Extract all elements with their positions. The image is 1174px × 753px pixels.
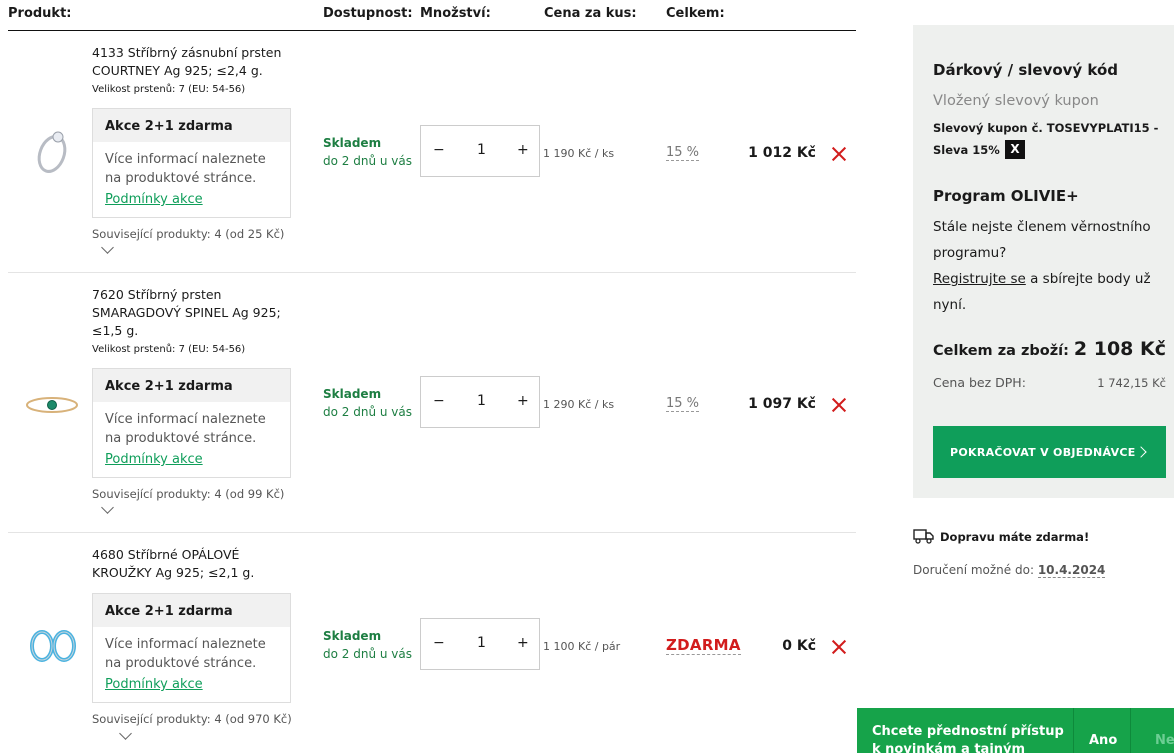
- chevron-down-icon[interactable]: [119, 727, 132, 740]
- total-label: Celkem za zboží:: [933, 343, 1069, 359]
- program-title: Program OLIVIE+: [933, 187, 1079, 205]
- item-2-promo: Akce 2+1 zdarma Více informací naleznete…: [92, 368, 291, 478]
- quantity-decrease-button[interactable]: −: [433, 142, 445, 158]
- promo-text: Více informací naleznete na produktové s…: [105, 152, 266, 186]
- remove-item-icon[interactable]: [830, 638, 848, 656]
- chevron-right-icon: [1135, 446, 1147, 458]
- item-2-quantity-stepper: − 1 +: [420, 376, 540, 428]
- remove-coupon-button[interactable]: X: [1005, 140, 1025, 159]
- free-shipping-text: Dopravu máte zdarma!: [940, 530, 1090, 544]
- promo-text: Více informací naleznete na produktové s…: [105, 637, 266, 671]
- item-2-availability: Skladem do 2 dnů u vás: [323, 387, 412, 419]
- item-3-promo: Akce 2+1 zdarma Více informací naleznete…: [92, 593, 291, 703]
- item-3-related[interactable]: Související produkty: 4 (od 970 Kč): [92, 711, 292, 728]
- vat-label: Cena bez DPH:: [933, 375, 1026, 390]
- item-3-name[interactable]: 4680 Stříbrné OPÁLOVÉ KROUŽKY Ag 925; ≤2…: [92, 546, 302, 582]
- header-unit-price: Cena za kus:: [544, 6, 637, 21]
- quantity-decrease-button[interactable]: −: [433, 393, 445, 409]
- truck-icon: [913, 528, 935, 544]
- register-link[interactable]: Registrujte se: [933, 271, 1026, 287]
- item-1-quantity-stepper: − 1 +: [420, 125, 540, 177]
- emerald-ring-icon[interactable]: [24, 390, 80, 420]
- item-1-unit-price: 1 190 Kč / ks: [543, 147, 615, 160]
- remove-item-icon[interactable]: [830, 145, 848, 163]
- total-value: 2 108 Kč: [1073, 338, 1166, 360]
- quantity-value[interactable]: 1: [477, 142, 486, 158]
- item-2-related[interactable]: Související produkty: 4 (od 99 Kč): [92, 487, 284, 501]
- item-2-total: 1 097 Kč: [748, 396, 816, 412]
- chevron-down-icon[interactable]: [101, 241, 114, 254]
- item-2-name[interactable]: 7620 Stříbrný prsten SMARAGDOVÝ SPINEL A…: [92, 286, 302, 340]
- continue-order-button[interactable]: POKRAČOVAT V OBJEDNÁVCE: [933, 426, 1166, 478]
- item-2-discount[interactable]: 15 %: [666, 396, 700, 412]
- quantity-value[interactable]: 1: [477, 393, 486, 409]
- prompt-yes-button[interactable]: Ano: [1073, 708, 1130, 753]
- quantity-decrease-button[interactable]: −: [433, 635, 445, 651]
- item-3-unit-price: 1 100 Kč / pár: [543, 640, 621, 653]
- prompt-text: Chcete přednostní přístup k novinkám a ta…: [872, 724, 1064, 753]
- quantity-value[interactable]: 1: [477, 635, 486, 651]
- item-1-related[interactable]: Související produkty: 4 (od 25 Kč): [92, 227, 284, 241]
- header-divider: [8, 30, 856, 31]
- header-total: Celkem:: [666, 6, 725, 21]
- item-1-name[interactable]: 4133 Stříbrný zásnubní prsten COURTNEY A…: [92, 44, 302, 80]
- promo-conditions-link[interactable]: Podmínky akce: [105, 190, 203, 209]
- delivery-date[interactable]: 10.4.2024: [1037, 563, 1106, 578]
- remove-item-icon[interactable]: [830, 396, 848, 414]
- promo-title: Akce 2+1 zdarma: [93, 369, 290, 402]
- prompt-no-button[interactable]: Ne: [1130, 708, 1174, 753]
- program-text: Stále nejste členem věrnostního programu…: [933, 219, 1151, 313]
- item-1-promo: Akce 2+1 zdarma Více informací naleznete…: [92, 108, 291, 218]
- item-3-total: 0 Kč: [782, 638, 816, 654]
- quantity-increase-button[interactable]: +: [517, 142, 529, 158]
- item-3-quantity-stepper: − 1 +: [420, 618, 540, 670]
- header-quantity: Množství:: [420, 6, 491, 21]
- item-2-size: Velikost prstenů: 7 (EU: 54-56): [92, 344, 246, 355]
- silver-ring-icon[interactable]: [28, 120, 78, 180]
- item-2-unit-price: 1 290 Kč / ks: [543, 398, 615, 411]
- item-1-availability: Skladem do 2 dnů u vás: [323, 136, 412, 168]
- delivery-info: Doručení možné do: 10.4.2024: [913, 563, 1106, 578]
- item-3-availability: Skladem do 2 dnů u vás: [323, 629, 412, 661]
- newsletter-prompt: Chcete přednostní přístup k novinkám a ta…: [857, 708, 1174, 753]
- header-product: Produkt:: [8, 6, 72, 21]
- quantity-increase-button[interactable]: +: [517, 393, 529, 409]
- quantity-increase-button[interactable]: +: [517, 635, 529, 651]
- promo-title: Akce 2+1 zdarma: [93, 594, 290, 627]
- chevron-down-icon[interactable]: [101, 501, 114, 514]
- item-1-discount[interactable]: 15 %: [666, 145, 700, 161]
- item-1-total: 1 012 Kč: [748, 145, 816, 161]
- coupon-title[interactable]: Dárkový / slevový kód: [933, 61, 1118, 79]
- coupon-discount-line: Sleva 15%: [933, 143, 1000, 157]
- promo-title: Akce 2+1 zdarma: [93, 109, 290, 142]
- item-1-size: Velikost prstenů: 7 (EU: 54-56): [92, 84, 246, 95]
- header-availability: Dostupnost:: [323, 6, 413, 21]
- promo-text: Více informací naleznete na produktové s…: [105, 412, 266, 446]
- promo-conditions-link[interactable]: Podmínky akce: [105, 675, 203, 694]
- row-divider: [8, 532, 856, 533]
- row-divider: [8, 272, 856, 273]
- coupon-applied-label: Vložený slevový kupon: [933, 93, 1099, 109]
- coupon-code-line: Slevový kupon č. TOSEVYPLATI15 -: [933, 121, 1159, 135]
- promo-conditions-link[interactable]: Podmínky akce: [105, 450, 203, 469]
- opal-earrings-icon[interactable]: [28, 628, 78, 664]
- vat-value: 1 742,15 Kč: [1097, 376, 1166, 390]
